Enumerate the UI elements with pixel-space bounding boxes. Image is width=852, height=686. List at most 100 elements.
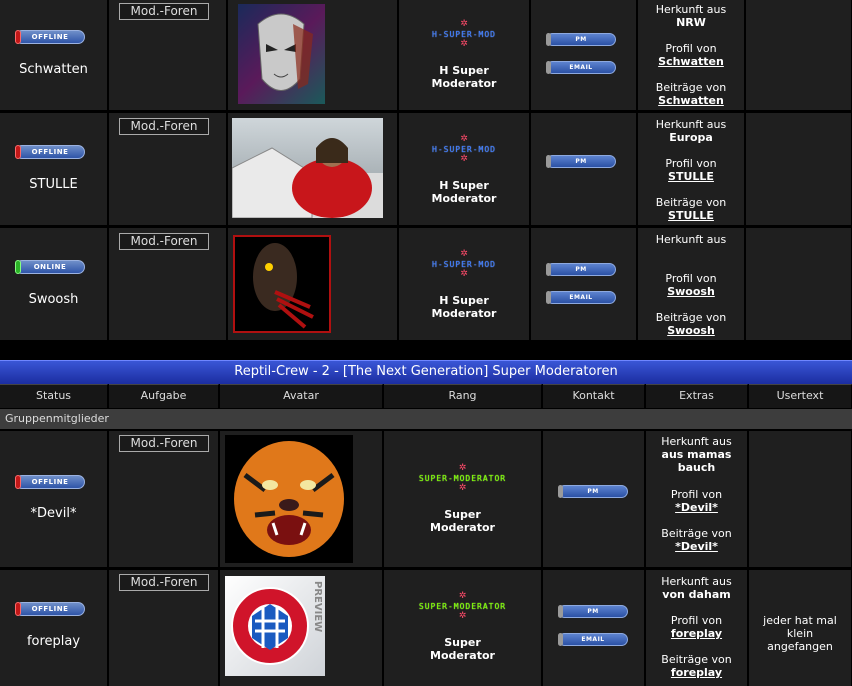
member-name[interactable]: *Devil*	[0, 506, 107, 521]
origin-info: Herkunft aus von daham	[661, 575, 732, 601]
status-badge: OFFLINE	[15, 145, 85, 159]
rank-title: Super Moderator	[430, 508, 495, 534]
avatar-cell	[228, 0, 398, 110]
email-button[interactable]: EMAIL	[558, 633, 628, 646]
profile-link[interactable]: foreplay	[646, 627, 747, 640]
usertext-cell	[749, 431, 852, 567]
extras-cell: Herkunft aus Europa Profil von STULLE Beit…	[638, 113, 745, 225]
email-button[interactable]: EMAIL	[546, 291, 616, 304]
avatar-cell: PREVIEW	[220, 570, 383, 686]
profile-link[interactable]: STULLE	[638, 170, 744, 183]
posts-link[interactable]: *Devil*	[646, 540, 747, 553]
task-cell: Mod.-Foren	[109, 0, 227, 110]
mod-forums-button[interactable]: Mod.-Foren	[119, 118, 209, 135]
rank-image: H-SUPER-MOD	[432, 145, 496, 154]
posts-link[interactable]: Swoosh	[638, 324, 744, 337]
profile-info: Profil von Swoosh	[638, 272, 744, 298]
rank-star-icon: ✲	[458, 591, 467, 601]
pm-button[interactable]: PM	[558, 485, 628, 498]
rank-star-icon: ✲	[460, 249, 468, 259]
member-name[interactable]: Schwatten	[0, 62, 107, 77]
status-cell: OFFLINE foreplay	[0, 570, 108, 686]
pm-button[interactable]: PM	[558, 605, 628, 618]
fc-bayern-avatar: PREVIEW	[225, 576, 325, 676]
member-name[interactable]: Swoosh	[0, 292, 107, 307]
extras-cell: Herkunft aus NRW Profil von Schwatten Beit…	[638, 0, 745, 110]
profile-info: Profil von Schwatten	[638, 42, 744, 68]
column-header-contact: Kontakt	[543, 384, 645, 408]
status-led-icon	[15, 260, 21, 274]
rank-star-icon: ✲	[458, 611, 467, 621]
mod-forums-button[interactable]: Mod.-Foren	[119, 574, 209, 591]
member-name[interactable]: STULLE	[0, 177, 107, 192]
status-cell: ONLINE Swoosh	[0, 228, 108, 340]
status-cell: OFFLINE *Devil*	[0, 431, 108, 567]
contact-cell: PM EMAIL	[531, 0, 637, 110]
profile-link[interactable]: Swoosh	[638, 285, 744, 298]
status-led-icon	[15, 475, 21, 489]
status-badge: OFFLINE	[15, 602, 85, 616]
rank-cell: ✲ H-SUPER-MOD ✲ H Super Moderator	[399, 228, 530, 340]
group-title-banner: Reptil-Crew - 2 - [The Next Generation] …	[0, 360, 852, 384]
group-members-label: Gruppenmitglieder	[0, 409, 852, 429]
rank-star-icon: ✲	[460, 39, 468, 49]
column-header-status: Status	[0, 384, 108, 408]
mod-forums-button[interactable]: Mod.-Foren	[119, 3, 209, 20]
status-badge: OFFLINE	[15, 475, 85, 489]
rank-title: H Super Moderator	[431, 179, 497, 205]
rank-star-icon: ✲	[458, 463, 467, 473]
member-name[interactable]: foreplay	[0, 634, 107, 649]
posts-info: Beiträge von foreplay	[646, 653, 747, 679]
car-photo-avatar	[232, 118, 383, 218]
email-button[interactable]: EMAIL	[546, 61, 616, 74]
column-header-avatar: Avatar	[220, 384, 383, 408]
rank-title: Super Moderator	[430, 636, 495, 662]
rank-cell: ✲ H-SUPER-MOD ✲ H Super Moderator	[399, 0, 530, 110]
usertext-cell: jeder hat mal klein angefangen	[749, 570, 852, 686]
rank-cell: ✲ SUPER-MODERATOR ✲ Super Moderator	[384, 431, 542, 567]
task-cell: Mod.-Foren	[109, 431, 219, 567]
status-cell: OFFLINE STULLE	[0, 113, 108, 225]
contact-cell: PM	[543, 431, 645, 567]
rank-image: SUPER-MODERATOR	[418, 602, 507, 611]
rank-star-icon: ✲	[460, 134, 468, 144]
status-badge: ONLINE	[15, 260, 85, 274]
pm-button[interactable]: PM	[546, 155, 616, 168]
mask-avatar	[238, 4, 325, 104]
avatar-cell	[228, 228, 398, 340]
column-header-rank: Rang	[384, 384, 542, 408]
usertext-cell	[746, 228, 852, 340]
status-cell: OFFLINE Schwatten	[0, 0, 108, 110]
mod-forums-button[interactable]: Mod.-Foren	[119, 233, 209, 250]
status-led-icon	[15, 145, 21, 159]
rank-star-icon: ✲	[458, 483, 467, 493]
contact-cell: PM EMAIL	[543, 570, 645, 686]
posts-info: Beiträge von Schwatten	[638, 81, 744, 107]
contact-cell: PM	[531, 113, 637, 225]
posts-link[interactable]: Schwatten	[638, 94, 744, 107]
pm-button[interactable]: PM	[546, 33, 616, 46]
extras-cell: Herkunft aus Profil von Swoosh Beiträge v…	[638, 228, 745, 340]
rank-image: H-SUPER-MOD	[432, 260, 496, 269]
usertext-cell	[746, 113, 852, 225]
pm-button[interactable]: PM	[546, 263, 616, 276]
rank-cell: ✲ SUPER-MODERATOR ✲ Super Moderator	[384, 570, 542, 686]
column-header-task: Aufgabe	[109, 384, 219, 408]
rank-image: SUPER-MODERATOR	[418, 474, 507, 483]
posts-info: Beiträge von Swoosh	[638, 311, 744, 337]
posts-link[interactable]: STULLE	[638, 209, 744, 222]
origin-info: Herkunft aus aus mamas bauch	[661, 435, 732, 474]
column-header-extras: Extras	[646, 384, 748, 408]
profile-link[interactable]: Schwatten	[638, 55, 744, 68]
mod-forums-button[interactable]: Mod.-Foren	[119, 435, 209, 452]
usertext: jeder hat mal klein angefangen	[763, 614, 837, 653]
posts-link[interactable]: foreplay	[646, 666, 747, 679]
profile-link[interactable]: *Devil*	[646, 501, 747, 514]
posts-info: Beiträge von STULLE	[638, 196, 744, 222]
avatar-cell	[220, 431, 383, 567]
rank-star-icon: ✲	[460, 19, 468, 29]
posts-info: Beiträge von *Devil*	[646, 527, 747, 553]
profile-info: Profil von foreplay	[646, 614, 747, 640]
claw-face-avatar	[233, 235, 331, 333]
task-cell: Mod.-Foren	[109, 228, 227, 340]
